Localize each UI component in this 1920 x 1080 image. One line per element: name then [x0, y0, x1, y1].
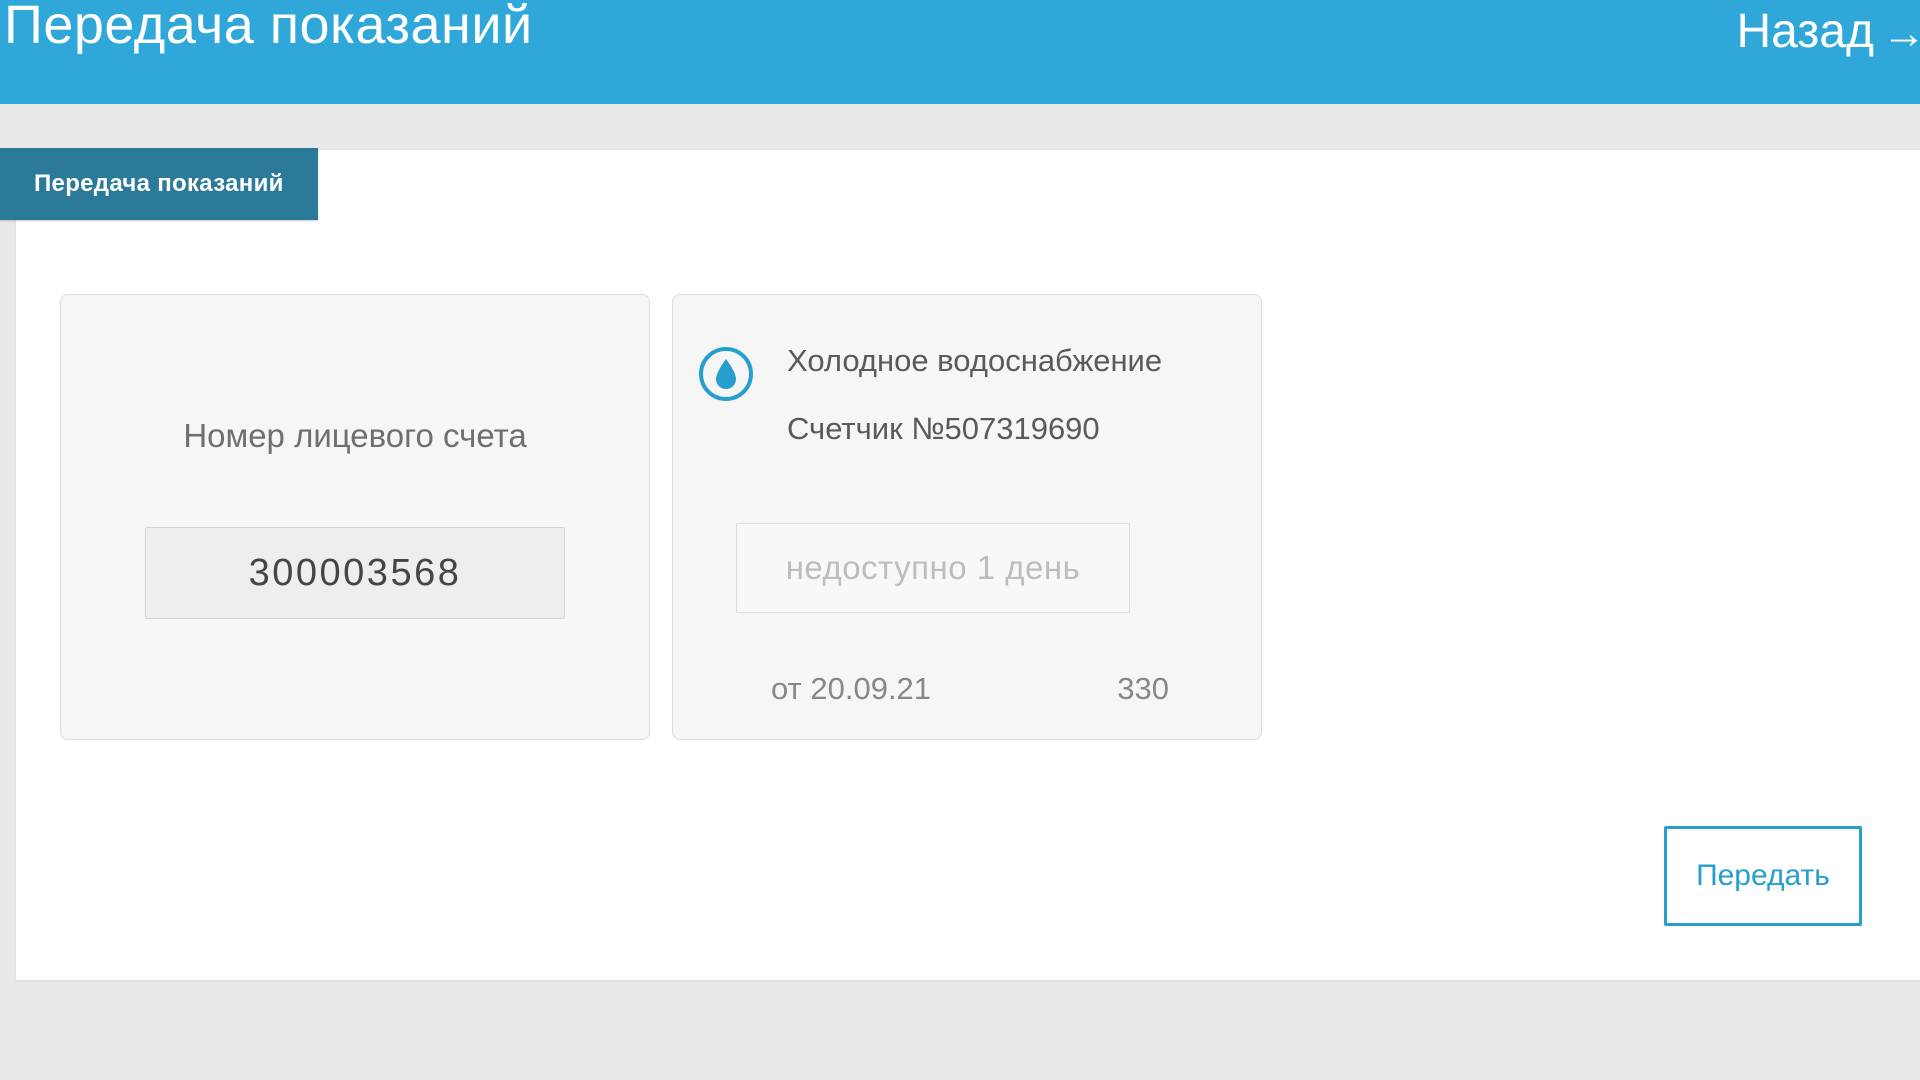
- meter-reading-input[interactable]: недоступно 1 день: [736, 523, 1130, 613]
- service-name: Холодное водоснабжение: [787, 343, 1162, 379]
- meter-card: Холодное водоснабжение Счетчик №50731969…: [672, 294, 1262, 740]
- previous-reading-value: 330: [1117, 671, 1169, 707]
- previous-reading-date: от 20.09.21: [771, 671, 931, 707]
- account-card: Номер лицевого счета 300003568: [60, 294, 650, 740]
- main-panel: Передача показаний Номер лицевого счета …: [16, 150, 1920, 980]
- account-label: Номер лицевого счета: [145, 417, 565, 455]
- submit-button[interactable]: Передать: [1664, 826, 1862, 926]
- top-bar: Передача показаний Назад →: [0, 0, 1920, 104]
- cards-row: Номер лицевого счета 300003568 Холодное …: [16, 150, 1920, 740]
- meter-id: Счетчик №507319690: [787, 411, 1162, 447]
- page-title: Передача показаний: [4, 0, 533, 56]
- tab-submit-readings[interactable]: Передача показаний: [0, 148, 318, 220]
- back-button[interactable]: Назад →: [1736, 4, 1920, 59]
- water-drop-icon: [699, 347, 753, 401]
- arrow-right-icon: →: [1882, 12, 1920, 56]
- back-label: Назад: [1736, 4, 1874, 59]
- account-number-field[interactable]: 300003568: [145, 527, 565, 619]
- previous-reading-row: от 20.09.21 330: [771, 671, 1169, 707]
